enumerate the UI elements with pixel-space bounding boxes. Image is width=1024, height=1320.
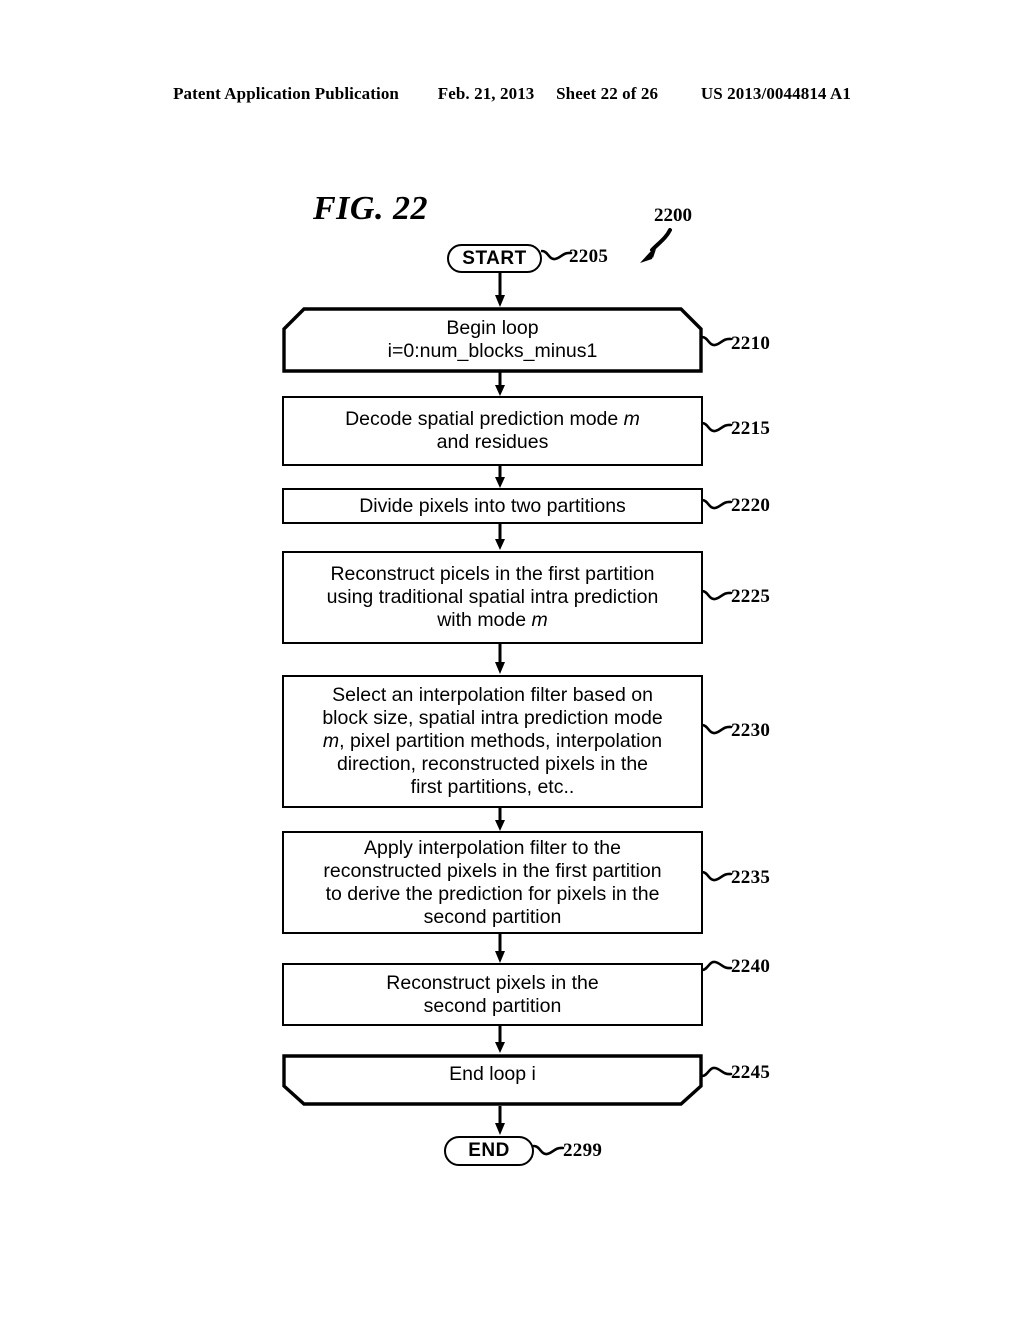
apply-filter-line-1: Apply interpolation filter to the (364, 836, 621, 859)
flow-node-begin-loop[interactable]: Begin loop i=0:num_blocks_minus1 (282, 307, 703, 373)
reference-numeral-2230: 2230 (731, 720, 771, 741)
flow-node-start[interactable]: START (447, 244, 542, 273)
flow-node-reconstruct-first[interactable]: Reconstruct picels in the first partitio… (282, 551, 703, 644)
decode-mode-symbol: m (623, 408, 640, 430)
select-filter-line-5: first partitions, etc.. (410, 776, 575, 798)
reference-numeral-2205: 2205 (569, 246, 609, 267)
leader-line-2245 (701, 1064, 733, 1084)
connector-divide-to-reconstruct-first (493, 523, 507, 551)
leader-line-2235 (701, 868, 733, 888)
reconstruct-first-line-3: with mode (437, 609, 532, 631)
leader-line-2215 (701, 419, 733, 439)
connector-start-to-begin-loop (493, 272, 507, 308)
leader-line-2210 (701, 333, 733, 353)
flow-node-select-filter[interactable]: Select an interpolation filter based on … (282, 675, 703, 808)
reference-numeral-2225: 2225 (731, 586, 771, 607)
reconstruct-first-line-2: using traditional spatial intra predicti… (326, 586, 659, 608)
reference-numeral-2240: 2240 (731, 956, 771, 977)
leader-line-2225 (701, 587, 733, 607)
connector-decode-to-divide (493, 465, 507, 489)
reference-numeral-2220: 2220 (731, 495, 771, 516)
divide-line-1: Divide pixels into two partitions (359, 494, 626, 517)
flow-node-apply-filter[interactable]: Apply interpolation filter to the recons… (282, 831, 703, 934)
apply-filter-line-2: reconstructed pixels in the first partit… (323, 859, 662, 882)
reconstruct-first-mode-symbol: m (531, 609, 548, 631)
select-filter-line-3: , pixel partition methods, interpolation (339, 730, 663, 752)
leader-line-2240 (701, 958, 733, 978)
reconstruct-second-line-1: Reconstruct pixels in the (386, 971, 599, 994)
connector-begin-loop-to-decode (493, 372, 507, 397)
decode-line-2: and residues (436, 431, 549, 453)
connector-reconstruct-first-to-select-filter (493, 643, 507, 675)
decode-line-1: Decode spatial prediction mode (345, 408, 624, 430)
flowchart-2200: START 2205 Begin loop i=0:num_blocks_min… (0, 0, 1024, 1320)
connector-apply-filter-to-reconstruct-second (493, 933, 507, 964)
select-filter-line-4: direction, reconstructed pixels in the (336, 753, 649, 775)
select-filter-line-2: block size, spatial intra prediction mod… (322, 707, 663, 729)
reference-numeral-2210: 2210 (731, 333, 771, 354)
flow-node-divide[interactable]: Divide pixels into two partitions (282, 488, 703, 524)
reference-numeral-2215: 2215 (731, 418, 771, 439)
reconstruct-first-line-1: Reconstruct picels in the first partitio… (330, 563, 655, 585)
flow-node-end[interactable]: END (444, 1136, 534, 1166)
leader-line-2299 (533, 1142, 565, 1162)
reference-numeral-2299: 2299 (563, 1140, 603, 1161)
connector-end-loop-to-end (493, 1106, 507, 1136)
leader-line-2220 (701, 496, 733, 516)
flow-node-reconstruct-second[interactable]: Reconstruct pixels in the second partiti… (282, 963, 703, 1026)
apply-filter-line-3: to derive the prediction for pixels in t… (325, 882, 660, 905)
flow-node-end-loop[interactable]: End loop i (282, 1054, 703, 1106)
leader-line-2230 (701, 721, 733, 741)
reference-numeral-2235: 2235 (731, 867, 771, 888)
select-filter-mode-symbol: m (322, 730, 340, 752)
reconstruct-second-line-2: second partition (423, 994, 562, 1017)
connector-reconstruct-second-to-end-loop (493, 1026, 507, 1054)
select-filter-line-1: Select an interpolation filter based on (332, 684, 653, 706)
apply-filter-line-4: second partition (423, 905, 562, 928)
flow-node-decode[interactable]: Decode spatial prediction mode m and res… (282, 396, 703, 466)
reference-numeral-2245: 2245 (731, 1062, 771, 1083)
connector-select-filter-to-apply-filter (493, 807, 507, 832)
